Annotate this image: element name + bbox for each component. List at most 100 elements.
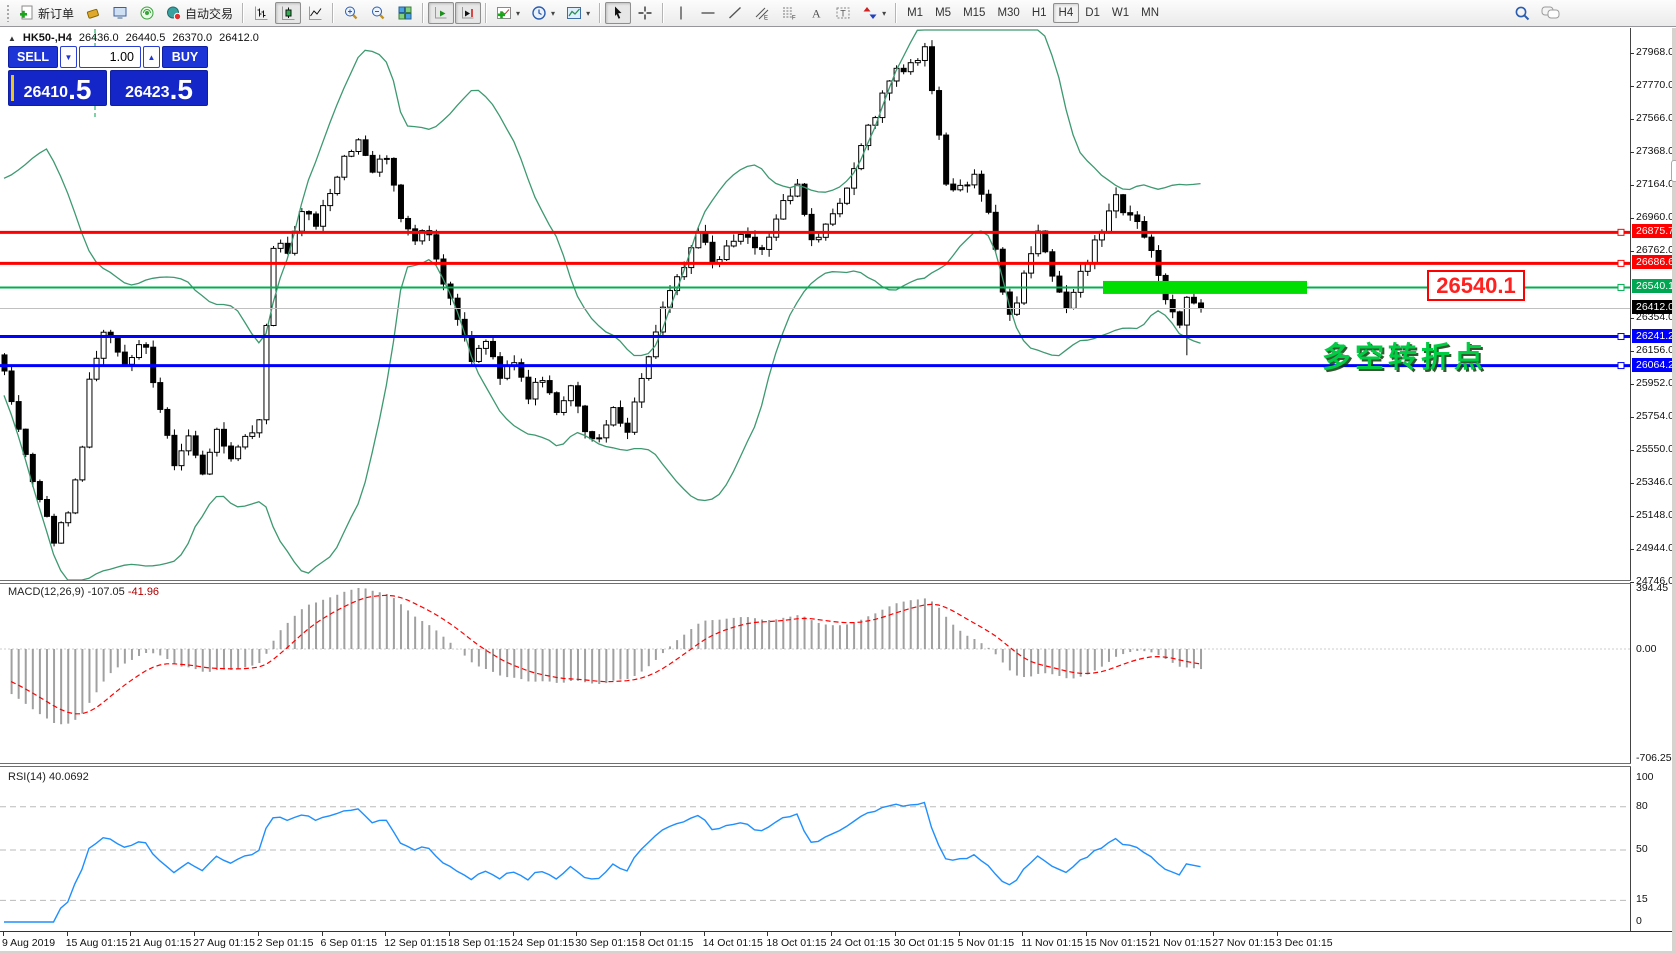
indicators-button[interactable]: ▾ xyxy=(491,2,525,24)
terminal-button[interactable] xyxy=(107,2,133,24)
volume-input[interactable] xyxy=(79,46,141,68)
sell-button[interactable]: SELL xyxy=(8,46,58,68)
timeframe-button-w1[interactable]: W1 xyxy=(1106,3,1135,23)
horizontal-line-button[interactable] xyxy=(695,2,721,24)
bar-chart-button[interactable] xyxy=(248,2,274,24)
time-axis-label: 3 Dec 01:15 xyxy=(1276,937,1333,949)
timeframe-button-h4[interactable]: H4 xyxy=(1053,3,1080,23)
time-axis-label: 27 Aug 01:15 xyxy=(193,937,255,949)
volume-decrease-button[interactable]: ▼ xyxy=(60,46,77,68)
new-order-button[interactable]: 新订单 xyxy=(14,2,79,24)
candle-body xyxy=(901,68,906,71)
price-axis-tickmark xyxy=(1630,582,1634,583)
time-axis-label: 18 Sep 01:15 xyxy=(448,937,510,949)
timeframe-button-h1[interactable]: H1 xyxy=(1026,3,1053,23)
price-axis-label: 25952.0 xyxy=(1636,377,1674,389)
candle-body xyxy=(391,158,396,185)
collapse-toolbar-icon[interactable]: ▲ xyxy=(8,34,16,43)
candle-body xyxy=(292,231,297,253)
candle-body xyxy=(597,438,602,439)
fibonacci-button[interactable]: F xyxy=(776,2,802,24)
price-level-label[interactable]: 26412.0 xyxy=(1632,300,1676,314)
arrows-button[interactable]: ▾ xyxy=(857,2,891,24)
candle-body xyxy=(193,436,198,455)
time-axis-label: 5 Nov 01:15 xyxy=(958,937,1015,949)
buy-price-display[interactable]: 26423.5 xyxy=(110,70,208,106)
candle-body xyxy=(264,325,269,419)
zoom-in-button[interactable] xyxy=(338,2,364,24)
candle-body xyxy=(165,409,170,435)
candle-body xyxy=(356,140,361,152)
sell-price-display[interactable]: 26410.5 xyxy=(8,70,107,106)
price-level-label[interactable]: 26686.6 xyxy=(1632,255,1676,269)
turning-point-annotation[interactable]: 多空转折点 xyxy=(1322,334,1487,376)
toolbar-separator xyxy=(662,3,664,23)
timeframe-button-mn[interactable]: MN xyxy=(1135,3,1165,23)
tile-windows-button[interactable] xyxy=(392,2,418,24)
rsi-indicator-label: RSI(14) 40.0692 xyxy=(8,771,89,783)
candle-body xyxy=(1135,215,1140,222)
zoom-in-icon xyxy=(343,5,359,21)
timeframe-button-m30[interactable]: M30 xyxy=(991,3,1025,23)
auto-scroll-button[interactable] xyxy=(428,2,454,24)
crosshair-button[interactable] xyxy=(632,2,658,24)
time-axis-label: 8 Oct 01:15 xyxy=(639,937,693,949)
timeframe-button-d1[interactable]: D1 xyxy=(1079,3,1106,23)
timeframe-button-m5[interactable]: M5 xyxy=(929,3,957,23)
candle-body xyxy=(129,358,134,365)
candle-body xyxy=(837,203,842,213)
candlestick-chart-button[interactable] xyxy=(275,2,301,24)
candle-body xyxy=(1184,297,1189,325)
signals-button[interactable] xyxy=(134,2,160,24)
price-level-label[interactable]: 26875.7 xyxy=(1632,224,1676,238)
text-label-button[interactable]: T xyxy=(830,2,856,24)
candle-body xyxy=(250,433,255,437)
ohlc-open: 26436.0 xyxy=(79,32,119,44)
price-chart-canvas[interactable] xyxy=(0,0,1676,953)
line-chart-button[interactable] xyxy=(302,2,328,24)
cursor-button[interactable] xyxy=(605,2,631,24)
price-axis-tickmark xyxy=(1630,218,1634,219)
autotrading-button[interactable]: 自动交易 xyxy=(161,2,238,24)
price-level-label[interactable]: 26241.2 xyxy=(1632,329,1676,343)
window-scrollbar-thumb[interactable] xyxy=(1671,160,1676,182)
candle-body xyxy=(377,159,382,172)
templates-button[interactable]: ▾ xyxy=(561,2,595,24)
indicator-axis-label: -706.25 xyxy=(1636,752,1672,764)
new-order-label: 新订单 xyxy=(38,5,74,22)
timeframe-button-m15[interactable]: M15 xyxy=(957,3,991,23)
chat-icon[interactable] xyxy=(1541,5,1561,21)
time-axis-tickmark xyxy=(3,932,4,936)
price-axis-label: 26762.0 xyxy=(1636,244,1674,256)
time-axis-tickmark xyxy=(1086,932,1087,936)
candle-body xyxy=(937,91,942,136)
candle-body xyxy=(398,185,403,218)
time-axis-label: 27 Nov 01:15 xyxy=(1212,937,1274,949)
price-level-label[interactable]: 26540.1 xyxy=(1632,279,1676,293)
trendline-button[interactable] xyxy=(722,2,748,24)
zoom-out-button[interactable] xyxy=(365,2,391,24)
channel-button[interactable]: E xyxy=(749,2,775,24)
buy-button[interactable]: BUY xyxy=(162,46,208,68)
search-icon[interactable] xyxy=(1514,5,1531,22)
time-axis-tickmark xyxy=(1213,932,1214,936)
candle-body xyxy=(172,435,177,465)
price-axis-label: 26156.0 xyxy=(1636,344,1674,356)
timeframe-button-m1[interactable]: M1 xyxy=(901,3,929,23)
template-icon xyxy=(566,5,582,21)
toolbar-separator xyxy=(485,3,487,23)
styles-button[interactable] xyxy=(80,2,106,24)
candle-body xyxy=(830,214,835,224)
candle-body xyxy=(1149,237,1154,250)
vertical-line-button[interactable] xyxy=(668,2,694,24)
candle-body xyxy=(1057,276,1062,292)
text-button[interactable]: A xyxy=(803,2,829,24)
periods-button[interactable]: ▾ xyxy=(526,2,560,24)
candle-body xyxy=(1036,231,1041,254)
chart-shift-button[interactable] xyxy=(455,2,481,24)
volume-increase-button[interactable]: ▲ xyxy=(143,46,160,68)
rsi-panel-divider[interactable] xyxy=(0,763,1631,767)
price-level-annotation-box[interactable]: 26540.1 xyxy=(1427,270,1525,301)
macd-panel-divider[interactable] xyxy=(0,580,1631,584)
price-level-label[interactable]: 26064.2 xyxy=(1632,358,1676,372)
